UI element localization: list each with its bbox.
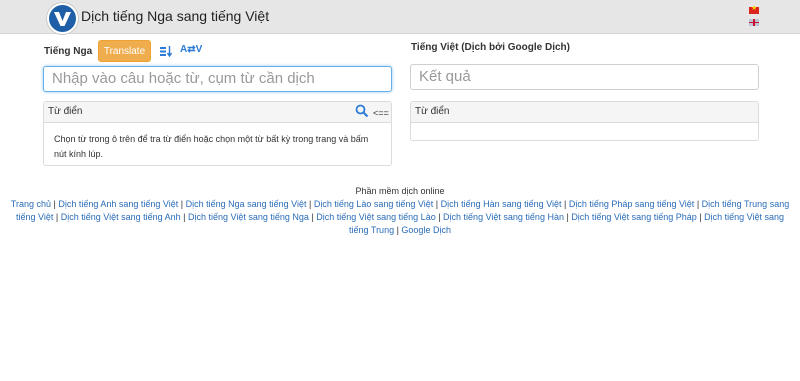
flag-vietnam-icon[interactable] [749,4,759,14]
footer-link[interactable]: Dịch tiếng Pháp sang tiếng Việt [569,199,694,209]
swap-language-button[interactable]: A⇄V [180,44,202,55]
footer-link[interactable]: Dịch tiếng Anh sang tiếng Việt [58,199,178,209]
footer-links: Trang chủ | Dịch tiếng Anh sang tiếng Vi… [10,199,790,235]
footer-link[interactable]: Dịch tiếng Việt sang tiếng Anh [61,212,181,222]
target-dictionary-label: Từ điển [415,106,450,117]
footer-link[interactable]: Dịch tiếng Việt sang tiếng Nga [188,212,309,222]
footer-link-google[interactable]: Google Dịch [401,225,451,235]
result-output[interactable]: Kết quả [410,64,759,90]
footer-link[interactable]: Dịch tiếng Lào sang tiếng Việt [314,199,433,209]
source-dictionary-label: Từ điển [48,106,83,117]
flag-uk-icon[interactable] [749,19,759,26]
footer-link[interactable]: Dịch tiếng Việt sang tiếng Pháp [571,212,696,222]
source-dictionary-panel: Từ điển <== Chọn từ trong ô trên để tra … [43,101,392,166]
footer-link[interactable]: Dịch tiếng Việt sang tiếng Hàn [443,212,564,222]
footer-link[interactable]: Dịch tiếng Nga sang tiếng Việt [186,199,307,209]
footer-link[interactable]: Dịch tiếng Việt sang tiếng Lào [316,212,435,222]
source-dictionary-header: Từ điển <== [44,102,391,123]
source-text-input[interactable]: Nhập vào câu hoặc từ, cụm từ cần dịch [43,66,392,92]
footer-link[interactable]: Dịch tiếng Hàn sang tiếng Việt [441,199,562,209]
dictionary-help-text: Chọn từ trong ô trên để tra từ điển hoặc… [54,134,369,159]
target-language-label: Tiếng Việt (Dịch bởi Google Dịch) [411,42,570,53]
search-icon[interactable] [355,104,369,126]
top-bar: Dịch tiếng Nga sang tiếng Việt [0,0,800,34]
logo-v-icon[interactable] [47,3,78,34]
target-dictionary-header: Từ điển [411,102,758,123]
page-title: Dịch tiếng Nga sang tiếng Việt [81,8,270,24]
target-dictionary-panel: Từ điển [410,101,759,141]
back-button[interactable]: <== [373,103,389,123]
footer-title: Phần mềm dịch online [355,186,445,196]
source-language-label: Tiếng Nga [44,46,93,57]
footer-link-home[interactable]: Trang chủ [11,199,51,209]
sort-icon[interactable] [160,44,173,62]
translate-button[interactable]: Translate [98,40,151,62]
